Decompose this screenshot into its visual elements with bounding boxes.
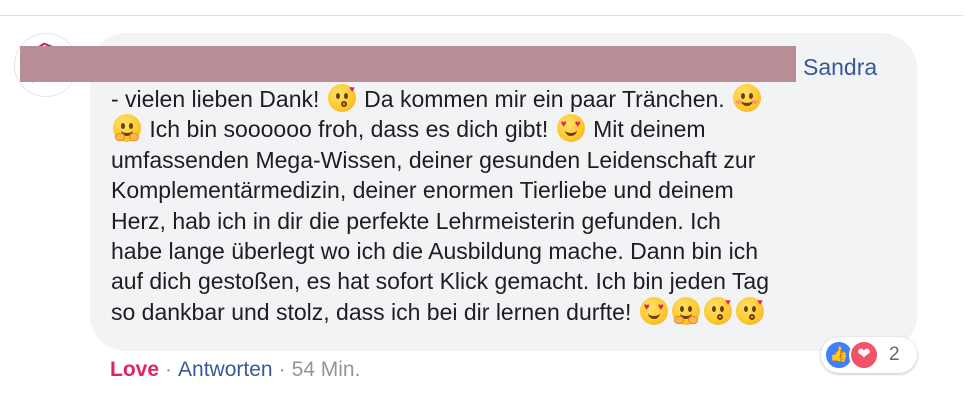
comment-text-segment: Komplementärmedizin, deiner enormen Tier… bbox=[111, 177, 734, 204]
comment-text-segment: Mit deinem bbox=[586, 116, 706, 143]
love-reaction-link[interactable]: Love bbox=[110, 358, 159, 381]
separator-dot: · bbox=[278, 358, 286, 381]
comment-text: - vielen lieben Dank! ♥ Da kommen mir ei… bbox=[111, 84, 901, 327]
comment-actions: Love · Antworten · 54 Min. bbox=[110, 357, 360, 383]
separator-dot: · bbox=[165, 358, 173, 381]
comment-line: Komplementärmedizin, deiner enormen Tier… bbox=[111, 175, 901, 205]
heart-eyes-face-icon: ♥ ♥ bbox=[639, 296, 668, 325]
heart-eyes-face-icon: ♥ ♥ bbox=[556, 114, 585, 143]
kissing-heart-face-icon: ♥ bbox=[703, 296, 732, 325]
smiling-face-icon bbox=[733, 84, 762, 112]
comment-text-segment: - vielen lieben Dank! bbox=[111, 86, 326, 112]
reaction-summary[interactable]: 👍 ❤ 2 bbox=[821, 337, 917, 373]
comment-line: Herz, hab ich in dir die perfekte Lehrme… bbox=[111, 206, 901, 236]
reaction-count: 2 bbox=[889, 344, 900, 365]
comment-line: habe lange überlegt wo ich die Ausbildun… bbox=[111, 236, 901, 266]
hugging-face-icon bbox=[671, 296, 700, 325]
kissing-heart-face-icon: ♥ bbox=[327, 84, 356, 112]
comment-text-segment: Da kommen mir ein paar Tränchen. bbox=[357, 86, 732, 112]
comment-text-segment: so dankbar und stolz, dass ich bei dir l… bbox=[111, 298, 638, 325]
comment-text-segment: Herz, hab ich in dir die perfekte Lehrme… bbox=[111, 207, 721, 234]
comment-text-segment: Ich bin soooooo froh, dass es dich gibt! bbox=[143, 116, 555, 143]
comment-line: so dankbar und stolz, dass ich bei dir l… bbox=[111, 296, 901, 327]
hugging-face-icon bbox=[113, 114, 141, 143]
kissing-heart-face-icon: ♥ bbox=[735, 296, 764, 325]
comment-text-segment: umfassenden Mega-Wissen, deiner gesunden… bbox=[111, 146, 756, 173]
comment-line: - vielen lieben Dank! ♥ Da kommen mir ei… bbox=[111, 84, 901, 114]
comment-line: umfassenden Mega-Wissen, deiner gesunden… bbox=[111, 145, 901, 175]
timestamp-link[interactable]: 54 Min. bbox=[292, 358, 361, 381]
comment-author-link[interactable]: Sandra bbox=[803, 53, 877, 81]
reply-link[interactable]: Antworten bbox=[178, 358, 273, 381]
comment-text-segment: habe lange überlegt wo ich die Ausbildun… bbox=[111, 237, 758, 264]
comment-line: Ich bin soooooo froh, dass es dich gibt!… bbox=[111, 114, 901, 144]
comment-line: auf dich gestoßen, es hat sofort Klick g… bbox=[111, 266, 901, 296]
comment-text-segment: auf dich gestoßen, es hat sofort Klick g… bbox=[111, 268, 770, 295]
love-icon: ❤ bbox=[849, 340, 879, 370]
top-divider bbox=[0, 15, 963, 16]
redacted-author-name bbox=[20, 46, 796, 82]
